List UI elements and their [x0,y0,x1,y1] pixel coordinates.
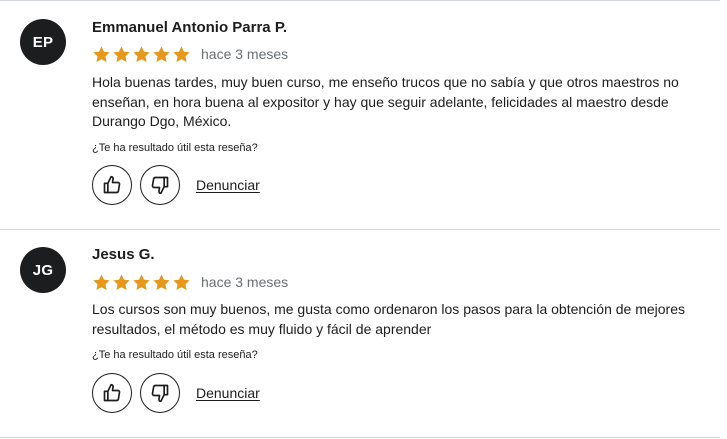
avatar: EP [20,19,66,65]
rating-row: hace 3 meses [92,44,288,64]
review-text: Hola buenas tardes, muy buen curso, me e… [92,74,679,129]
star-rating [92,273,191,292]
thumbs-down-icon [151,176,169,195]
review-actions: Denunciar [92,165,260,205]
helpful-question: ¿Te ha resultado útil esta reseña? [92,349,258,361]
reviewer-name: Emmanuel Antonio Parra P. [92,19,288,36]
review-actions: Denunciar [92,373,260,413]
review-item: JG Jesus G. hace 3 meses Los cursos son … [0,229,720,438]
report-link[interactable]: Denunciar [196,177,260,193]
thumbs-down-icon [151,384,169,403]
star-icon [153,45,170,62]
star-icon [153,273,170,290]
review-date: hace 3 meses [201,46,289,62]
divider [0,437,720,438]
avatar: JG [20,247,66,293]
helpful-no-button[interactable] [140,373,180,413]
reviewer-name: Jesus G. [92,246,155,263]
helpful-question: ¿Te ha resultado útil esta reseña? [92,142,258,154]
review-text: Los cursos son muy buenos, me gusta como… [92,301,686,337]
thumbs-up-icon [103,383,121,402]
helpful-yes-button[interactable] [92,165,132,205]
star-icon [173,273,190,290]
thumbs-up-icon [103,175,121,194]
star-icon [93,45,110,62]
helpful-yes-button[interactable] [92,373,132,413]
star-icon [173,45,190,62]
review-date: hace 3 meses [201,274,289,290]
star-icon [133,273,150,290]
star-icon [113,273,130,290]
star-icon [133,45,150,62]
helpful-no-button[interactable] [140,165,180,205]
report-link[interactable]: Denunciar [196,385,260,401]
rating-row: hace 3 meses [92,272,288,292]
reviews-list: EP Emmanuel Antonio Parra P. hace 3 mese… [0,0,727,439]
star-icon [93,273,110,290]
star-rating [92,45,191,64]
review-item: EP Emmanuel Antonio Parra P. hace 3 mese… [0,0,720,229]
star-icon [113,45,130,62]
